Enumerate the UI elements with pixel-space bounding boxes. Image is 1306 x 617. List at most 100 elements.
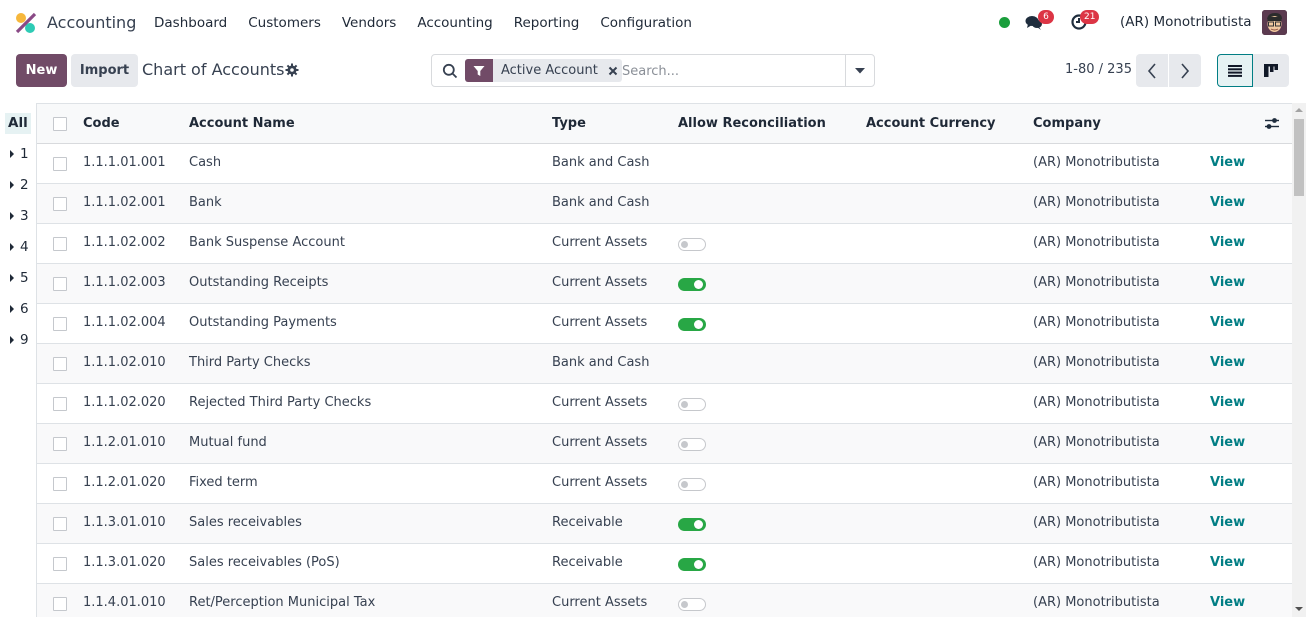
company-switcher[interactable]: (AR) Monotributista — [1120, 14, 1252, 30]
table-row[interactable]: 1.1.1.02.010 Third Party Checks Bank and C… — [37, 344, 1292, 384]
row-checkbox[interactable] — [53, 397, 67, 411]
row-checkbox[interactable] — [53, 517, 67, 531]
menu-accounting[interactable]: Accounting — [417, 15, 492, 31]
search-icon[interactable] — [442, 63, 458, 79]
column-header-account-currency[interactable]: Account Currency — [866, 116, 996, 131]
row-checkbox[interactable] — [53, 557, 67, 571]
view-link[interactable]: View — [1210, 355, 1245, 370]
table-row[interactable]: 1.1.1.02.001 Bank Bank and Cash (AR) Monotr… — [37, 184, 1292, 224]
account-type: Current Assets — [552, 595, 648, 610]
view-link[interactable]: View — [1210, 595, 1245, 610]
table-row[interactable]: 1.1.1.01.001 Cash Bank and Cash (AR) Monotr… — [37, 144, 1292, 184]
row-checkbox[interactable] — [53, 437, 67, 451]
accounting-logo-icon[interactable] — [15, 12, 37, 34]
menu-vendors[interactable]: Vendors — [342, 15, 396, 31]
table-row[interactable]: 1.1.3.01.010 Sales receivables Receivable (… — [37, 504, 1292, 544]
table-row[interactable]: 1.1.1.02.002 Bank Suspense Account Current… — [37, 224, 1292, 264]
view-link[interactable]: View — [1210, 195, 1245, 210]
menu-reporting[interactable]: Reporting — [514, 15, 580, 31]
side-panel-group[interactable]: 3 — [10, 208, 29, 224]
allow-reconciliation-toggle[interactable] — [678, 438, 706, 451]
account-type: Receivable — [552, 515, 623, 530]
side-panel-group[interactable]: 5 — [10, 270, 29, 286]
scroll-down-arrow-icon[interactable] — [1295, 607, 1303, 611]
menu-customers[interactable]: Customers — [248, 15, 321, 31]
allow-reconciliation-toggle[interactable] — [678, 398, 706, 411]
app-name[interactable]: Accounting — [47, 13, 136, 32]
user-avatar[interactable] — [1262, 10, 1287, 35]
column-header-type[interactable]: Type — [552, 116, 586, 131]
column-header-account-name[interactable]: Account Name — [189, 116, 295, 131]
pager-next-button[interactable] — [1169, 54, 1201, 87]
allow-reconciliation-toggle[interactable] — [678, 278, 706, 291]
sliders-icon[interactable] — [1265, 117, 1279, 130]
column-header-code[interactable]: Code — [83, 116, 120, 131]
gear-icon[interactable] — [285, 63, 299, 77]
table-row[interactable]: 1.1.1.02.003 Outstanding Receipts Current … — [37, 264, 1292, 304]
table-row[interactable]: 1.1.4.01.010 Ret/Perception Municipal Tax… — [37, 584, 1292, 617]
account-company: (AR) Monotributista — [1033, 435, 1160, 450]
view-link[interactable]: View — [1210, 475, 1245, 490]
row-checkbox[interactable] — [53, 597, 67, 611]
search-input[interactable] — [622, 60, 842, 82]
row-checkbox[interactable] — [53, 197, 67, 211]
row-checkbox[interactable] — [53, 357, 67, 371]
allow-reconciliation-toggle[interactable] — [678, 558, 706, 571]
pager-previous-button[interactable] — [1136, 54, 1168, 87]
account-company: (AR) Monotributista — [1033, 555, 1160, 570]
table-row[interactable]: 1.1.3.01.020 Sales receivables (PoS) Recei… — [37, 544, 1292, 584]
table-row[interactable]: 1.1.2.01.020 Fixed term Current Assets (AR)… — [37, 464, 1292, 504]
menu-dashboard[interactable]: Dashboard — [154, 15, 227, 31]
allow-reconciliation-toggle[interactable] — [678, 478, 706, 491]
view-link[interactable]: View — [1210, 235, 1245, 250]
table-row[interactable]: 1.1.2.01.010 Mutual fund Current Assets (AR… — [37, 424, 1292, 464]
account-type: Current Assets — [552, 275, 648, 290]
table-row[interactable]: 1.1.1.02.020 Rejected Third Party Checks C… — [37, 384, 1292, 424]
hierarchy-side-panel: All 1 2 3 4 5 6 9 — [0, 103, 37, 617]
close-icon[interactable] — [604, 59, 622, 82]
side-panel-group[interactable]: 6 — [10, 301, 29, 317]
user-avatar-icon — [1262, 10, 1287, 35]
view-link[interactable]: View — [1210, 515, 1245, 530]
view-link[interactable]: View — [1210, 395, 1245, 410]
view-link[interactable]: View — [1210, 315, 1245, 330]
row-checkbox[interactable] — [53, 477, 67, 491]
menu-configuration[interactable]: Configuration — [600, 15, 692, 31]
column-header-allow-reconciliation[interactable]: Allow Reconciliation — [678, 116, 826, 131]
account-type: Receivable — [552, 555, 623, 570]
scroll-up-arrow-icon[interactable] — [1295, 108, 1303, 112]
view-link[interactable]: View — [1210, 555, 1245, 570]
kanban-view-button[interactable] — [1253, 54, 1289, 87]
table-scrollbar[interactable] — [1292, 103, 1306, 617]
allow-reconciliation-toggle[interactable] — [678, 318, 706, 331]
side-panel-group[interactable]: 1 — [10, 146, 29, 162]
side-panel-group[interactable]: 4 — [10, 239, 29, 255]
row-checkbox[interactable] — [53, 237, 67, 251]
scrollbar-thumb[interactable] — [1294, 119, 1304, 196]
row-checkbox[interactable] — [53, 317, 67, 331]
side-panel-group-label: 4 — [20, 239, 29, 255]
view-link[interactable]: View — [1210, 155, 1245, 170]
side-panel-group[interactable]: 2 — [10, 177, 29, 193]
account-type: Bank and Cash — [552, 355, 650, 370]
pager-value[interactable]: 1-80 / 235 — [1065, 62, 1132, 77]
allow-reconciliation-toggle[interactable] — [678, 238, 706, 251]
allow-reconciliation-toggle[interactable] — [678, 598, 706, 611]
import-button[interactable]: Import — [71, 54, 138, 87]
new-button[interactable]: New — [16, 54, 67, 87]
side-panel-group-label: 2 — [20, 177, 29, 193]
select-all-checkbox[interactable] — [53, 117, 67, 131]
search-options-toggle[interactable] — [845, 55, 874, 86]
table-row[interactable]: 1.1.1.02.004 Outstanding Payments Current … — [37, 304, 1292, 344]
row-checkbox[interactable] — [53, 157, 67, 171]
row-checkbox[interactable] — [53, 277, 67, 291]
side-panel-all[interactable]: All — [5, 113, 31, 134]
column-header-company[interactable]: Company — [1033, 116, 1101, 131]
account-code: 1.1.1.02.003 — [83, 275, 166, 290]
view-link[interactable]: View — [1210, 435, 1245, 450]
account-company: (AR) Monotributista — [1033, 475, 1160, 490]
list-view-button[interactable] — [1217, 54, 1253, 87]
view-link[interactable]: View — [1210, 275, 1245, 290]
side-panel-group[interactable]: 9 — [10, 332, 29, 348]
allow-reconciliation-toggle[interactable] — [678, 518, 706, 531]
